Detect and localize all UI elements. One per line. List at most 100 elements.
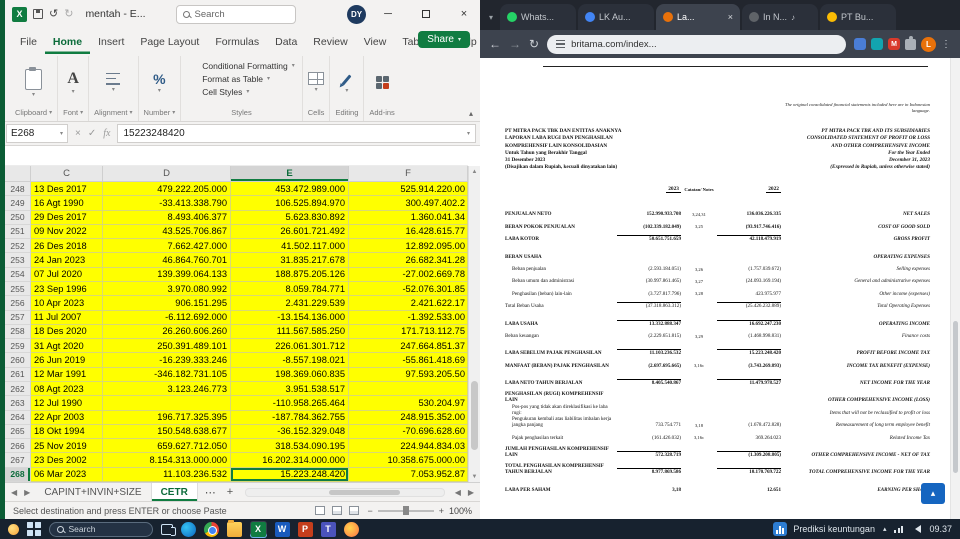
row-header[interactable]: 250 bbox=[5, 210, 31, 225]
account-avatar[interactable]: DY bbox=[347, 4, 366, 24]
cell-col-f[interactable]: 10.358.675.000.00 bbox=[349, 453, 468, 468]
collapse-ribbon-icon[interactable]: ▴ bbox=[469, 109, 473, 118]
cell-col-e[interactable]: 111.567.585.250 bbox=[231, 324, 349, 340]
cell-col-d[interactable]: 139.399.064.133 bbox=[103, 267, 231, 282]
extension-icon-blue[interactable] bbox=[854, 38, 866, 50]
scroll-up-arrow[interactable]: ▲ bbox=[469, 166, 480, 177]
cell-date[interactable]: 22 Apr 2003 bbox=[31, 410, 103, 425]
cell-col-e[interactable]: 5.623.830.892 bbox=[231, 210, 349, 225]
cell-col-f[interactable]: 97.593.205.50 bbox=[349, 367, 468, 382]
normal-view-icon[interactable] bbox=[315, 506, 326, 515]
cell-date[interactable]: 13 Des 2017 bbox=[31, 182, 103, 197]
cell-col-f[interactable]: 224.944.834.03 bbox=[349, 439, 468, 454]
row-header[interactable]: 262 bbox=[5, 381, 31, 397]
new-sheet-button[interactable]: + bbox=[223, 486, 237, 498]
sheet-tab[interactable]: CAPINT+INVIN+SIZE bbox=[35, 483, 152, 501]
row-header[interactable]: 265 bbox=[5, 424, 31, 440]
cell-date[interactable]: 18 Okt 1994 bbox=[31, 424, 103, 440]
vertical-scroll-thumb[interactable] bbox=[471, 380, 478, 451]
zoom-in-icon[interactable]: + bbox=[439, 506, 444, 516]
page-break-view-icon[interactable] bbox=[349, 506, 360, 515]
cell-col-f[interactable]: 247.664.851.37 bbox=[349, 339, 468, 354]
cell-col-f[interactable]: -1.392.533.00 bbox=[349, 310, 468, 325]
vertical-scrollbar[interactable]: ▲ ▼ bbox=[468, 166, 480, 482]
cell-col-d[interactable]: 43.525.706.867 bbox=[103, 224, 231, 240]
cell-date[interactable]: 26 Jun 2019 bbox=[31, 353, 103, 368]
cell-col-f[interactable]: 530.204.97 bbox=[349, 396, 468, 411]
horizontal-scrollbar[interactable] bbox=[245, 487, 445, 497]
firefox-icon[interactable] bbox=[343, 521, 359, 537]
cell-col-d[interactable]: 26.260.606.260 bbox=[103, 324, 231, 340]
task-view-icon[interactable] bbox=[160, 523, 176, 536]
row-header[interactable]: 264 bbox=[5, 410, 31, 425]
ribbon-tab[interactable]: Home bbox=[45, 31, 90, 54]
cell-col-f[interactable]: 26.682.341.28 bbox=[349, 253, 468, 268]
page-scrollbar[interactable] bbox=[950, 58, 960, 519]
hidden-icons-chevron[interactable]: ▴ bbox=[883, 525, 887, 533]
cell-col-d[interactable]: 8.154.313.000.000 bbox=[103, 453, 231, 468]
browser-menu-icon[interactable]: ⋮ bbox=[941, 39, 951, 50]
cell-col-e[interactable]: -13.154.136.000 bbox=[231, 310, 349, 325]
cell-date[interactable]: 29 Des 2017 bbox=[31, 210, 103, 225]
addins-button[interactable] bbox=[375, 59, 389, 106]
cell-col-f[interactable]: 2.421.622.17 bbox=[349, 296, 468, 311]
cell-col-f[interactable]: -55.861.418.69 bbox=[349, 353, 468, 368]
address-bar[interactable]: britama.com/index... bbox=[547, 34, 846, 54]
browser-tab[interactable]: Whats... ♪ × bbox=[500, 4, 577, 30]
ribbon-tab[interactable]: Formulas bbox=[207, 31, 267, 54]
row-header[interactable]: 261 bbox=[5, 367, 31, 382]
cell-col-d[interactable]: 3.123.246.773 bbox=[103, 381, 231, 397]
alignment-button[interactable]: ▾ bbox=[106, 59, 121, 106]
cell-col-e[interactable]: 26.601.721.492 bbox=[231, 224, 349, 240]
scroll-down-arrow[interactable]: ▼ bbox=[469, 471, 480, 482]
cell-col-f[interactable] bbox=[349, 381, 468, 397]
back-icon[interactable]: ← bbox=[489, 38, 501, 50]
news-widget[interactable]: Prediksi keuntungan bbox=[773, 522, 875, 536]
cell-col-e[interactable]: 318.534.090.195 bbox=[231, 439, 349, 454]
row-header[interactable]: 256 bbox=[5, 296, 31, 311]
browser-tab[interactable]: La... ♪ × bbox=[656, 4, 741, 30]
cell-col-d[interactable]: 3.970.080.992 bbox=[103, 281, 231, 297]
tab-search-chevron-icon[interactable]: ▾ bbox=[484, 13, 498, 30]
zoom-slider-knob[interactable] bbox=[402, 506, 409, 515]
cell-col-f[interactable]: -52.076.301.85 bbox=[349, 281, 468, 297]
cell-col-e[interactable]: 453.472.989.000 bbox=[231, 182, 349, 197]
cell-col-e[interactable]: 31.835.217.678 bbox=[231, 253, 349, 268]
cell-col-d[interactable]: -346.182.731.105 bbox=[103, 367, 231, 382]
cell-col-e[interactable]: 106.525.894.970 bbox=[231, 196, 349, 211]
cell-col-d[interactable]: 196.717.325.395 bbox=[103, 410, 231, 425]
cell-col-e[interactable]: 226.061.301.712 bbox=[231, 339, 349, 354]
page-layout-view-icon[interactable] bbox=[332, 506, 343, 515]
sheet-nav-left-icon[interactable]: ◀ bbox=[9, 488, 19, 497]
chrome-icon[interactable] bbox=[203, 521, 219, 537]
cell-date[interactable]: 25 Nov 2019 bbox=[31, 439, 103, 454]
row-header[interactable]: 260 bbox=[5, 353, 31, 368]
cell-col-d[interactable]: 7.662.427.000 bbox=[103, 239, 231, 254]
editing-button[interactable]: ▾ bbox=[341, 59, 352, 106]
cell-col-e[interactable]: 8.059.784.771 bbox=[231, 281, 349, 297]
cell-col-f[interactable]: 7.053.952.87 bbox=[349, 467, 468, 482]
number-format-button[interactable]: % ▾ bbox=[153, 59, 165, 106]
style-menu-button[interactable]: Conditional Formatting ▾ bbox=[186, 59, 297, 72]
minimize-button[interactable]: ─ bbox=[372, 0, 404, 28]
cell-col-e[interactable]: 15.223.248.420 bbox=[231, 467, 349, 482]
cell-col-f[interactable]: 525.914.220.00 bbox=[349, 182, 468, 197]
tab-close-icon[interactable]: × bbox=[728, 12, 733, 22]
row-header[interactable]: 248 bbox=[5, 182, 31, 197]
cells-button[interactable]: ▾ bbox=[308, 59, 325, 106]
cell-col-d[interactable]: 11.103.236.532 bbox=[103, 467, 231, 482]
network-icon[interactable] bbox=[894, 525, 904, 533]
cell-col-f[interactable]: -27.002.669.78 bbox=[349, 267, 468, 282]
cell-date[interactable]: 23 Sep 1996 bbox=[31, 281, 103, 297]
row-header[interactable]: 268 bbox=[5, 467, 31, 482]
cell-col-e[interactable]: -187.784.362.755 bbox=[231, 410, 349, 425]
insert-function-icon[interactable]: fx bbox=[103, 128, 110, 139]
hscroll-right-icon[interactable]: ▶ bbox=[466, 488, 476, 497]
zoom-out-icon[interactable]: − bbox=[367, 506, 372, 516]
font-button[interactable]: A ▾ bbox=[67, 59, 79, 106]
hscroll-left-icon[interactable]: ◀ bbox=[453, 488, 463, 497]
browser-tab[interactable]: In N... ♪ × bbox=[742, 4, 819, 30]
zoom-level[interactable]: 100% bbox=[449, 506, 472, 516]
cell-col-f[interactable]: 300.497.402.2 bbox=[349, 196, 468, 211]
style-menu-button[interactable]: Format as Table ▾ bbox=[186, 72, 272, 85]
